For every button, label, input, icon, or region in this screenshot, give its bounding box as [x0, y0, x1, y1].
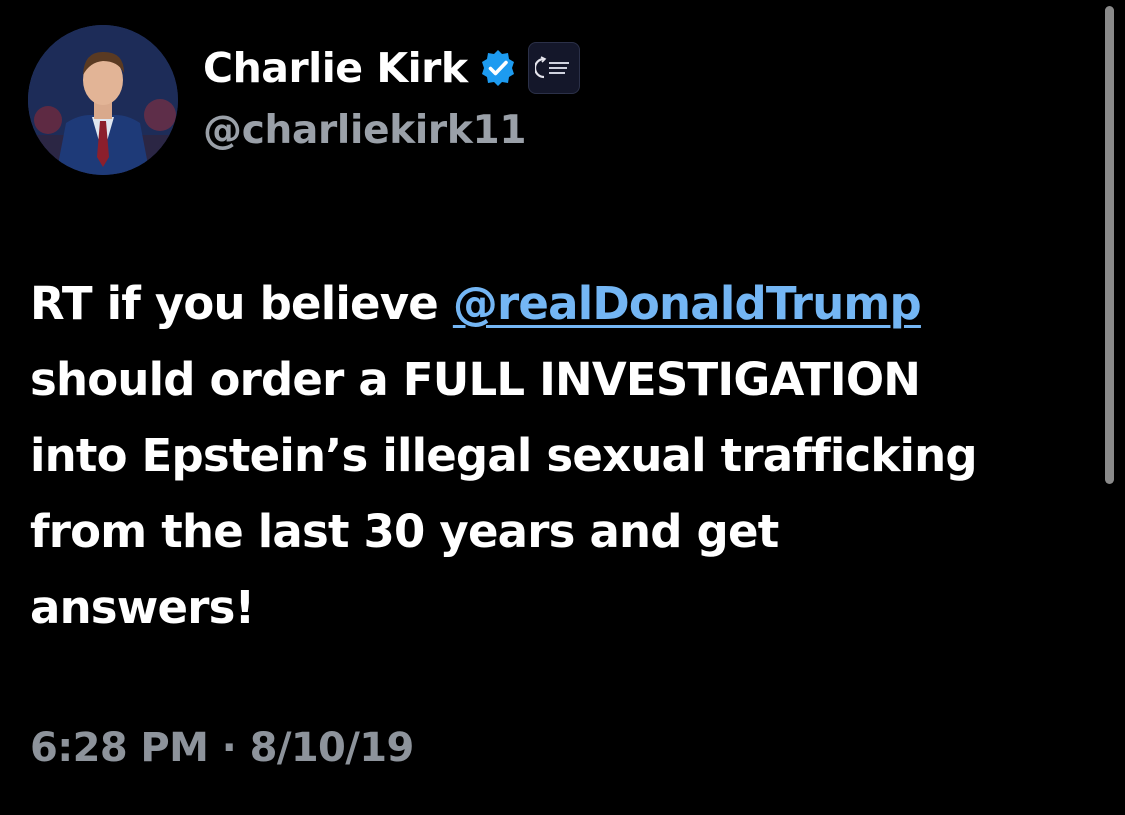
tweet-body: RT if you believe @realDonaldTrump shoul… [30, 266, 1090, 646]
turning-point-logo-icon[interactable] [527, 42, 580, 94]
avatar-photo [28, 25, 178, 175]
tweet-text-segment: RT if you believe [30, 277, 453, 330]
tweet-line: should order a FULL INVESTIGATION [30, 353, 921, 406]
tweet-timestamp[interactable]: 6:28 PM · 8/10/19 [30, 725, 414, 771]
avatar[interactable] [28, 25, 178, 175]
author-name-row: Charlie Kirk [203, 40, 580, 96]
tweet-line: RT if you believe @realDonaldTrump [30, 266, 1090, 342]
verified-badge-icon[interactable] [478, 48, 518, 88]
tweet-line: answers! [30, 581, 255, 634]
author-handle[interactable]: @charliekirk11 [203, 108, 526, 153]
mention-link[interactable]: @realDonaldTrump [453, 277, 922, 330]
tweet-card: Charlie Kirk @charliekirk11 RT if you be… [0, 0, 1125, 815]
scrollbar-thumb[interactable] [1105, 6, 1114, 484]
tweet-line: from the last 30 years and get [30, 505, 779, 558]
author-display-name[interactable]: Charlie Kirk [203, 44, 468, 92]
tweet-line: into Epstein’s illegal sexual traffickin… [30, 429, 978, 482]
